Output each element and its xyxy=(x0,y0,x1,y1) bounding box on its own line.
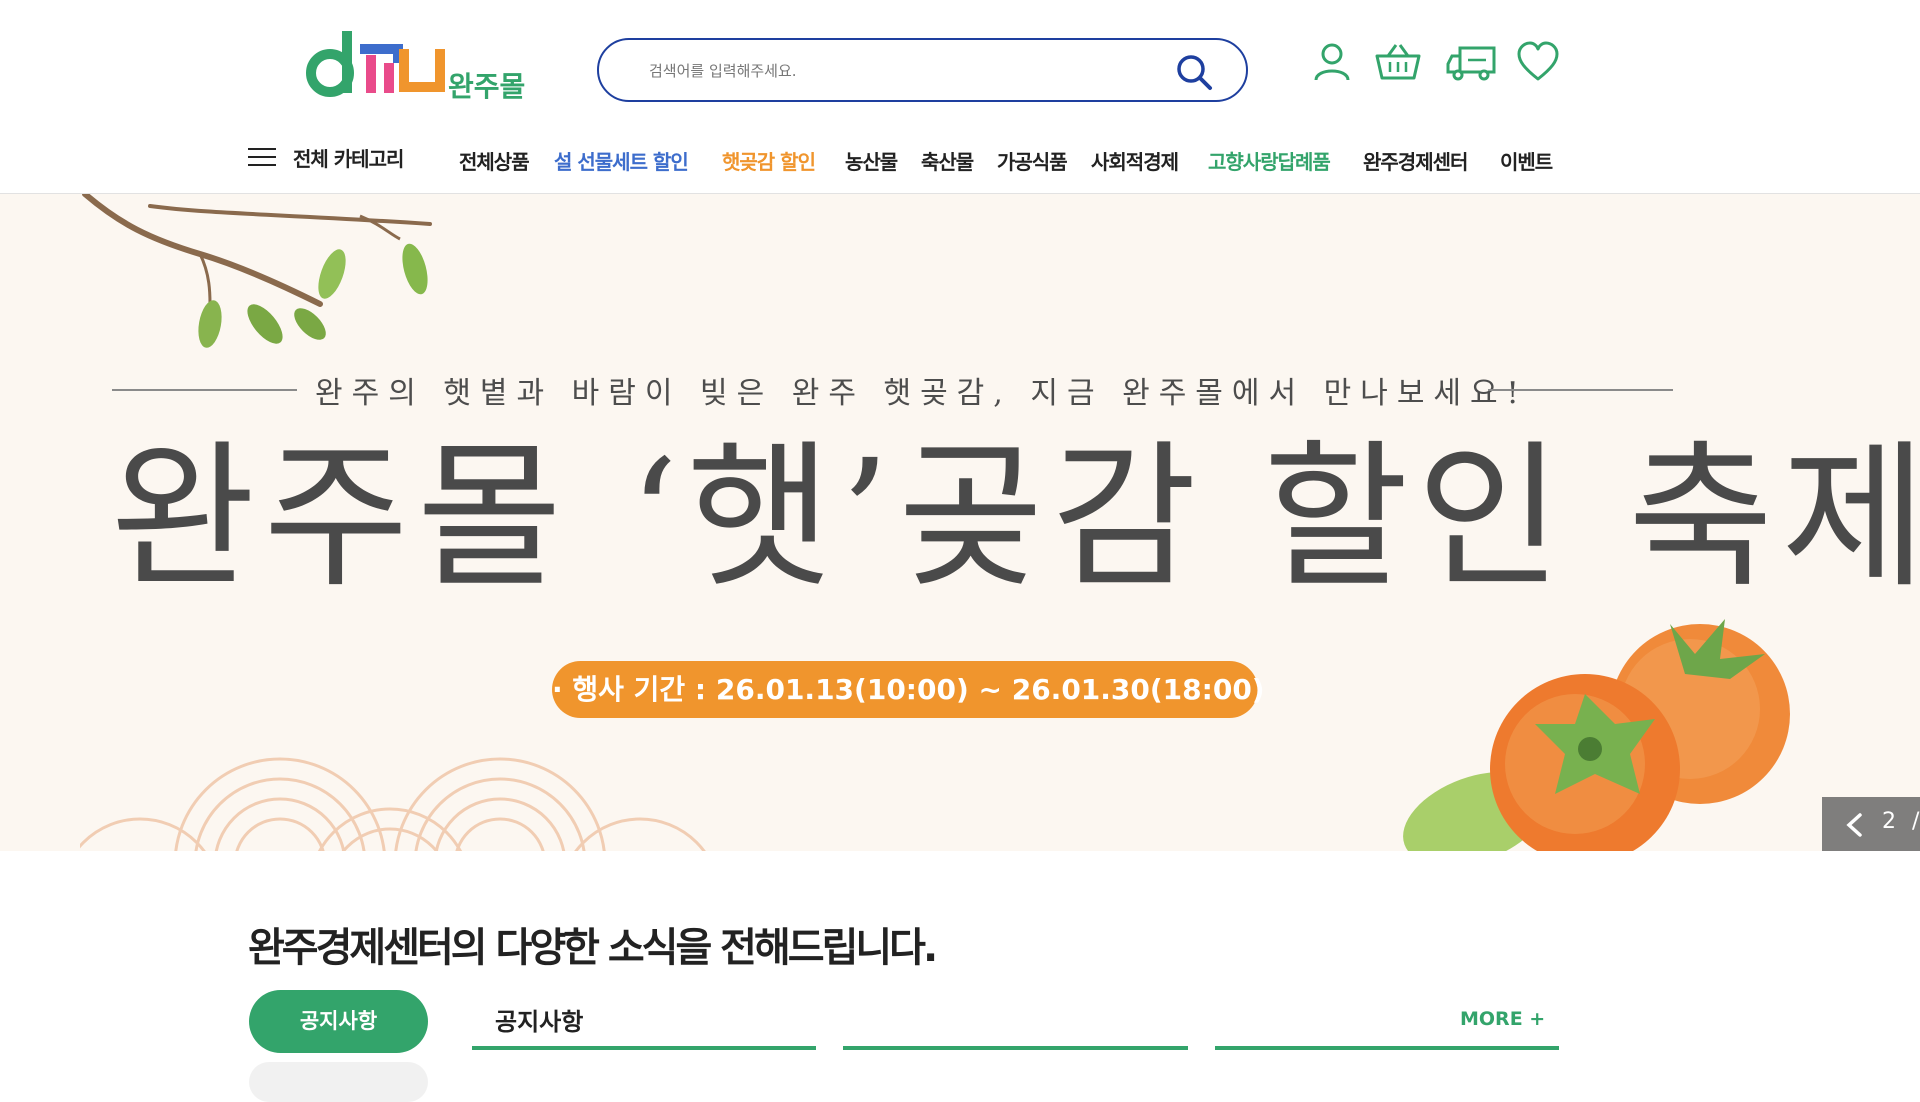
search-button[interactable] xyxy=(1174,52,1214,92)
wishlist-button[interactable] xyxy=(1516,40,1560,84)
subtitle-right-rule xyxy=(1488,389,1673,391)
more-link[interactable]: MORE + xyxy=(1460,1008,1545,1030)
tab-notices[interactable]: 공지사항 xyxy=(249,990,428,1053)
search-input[interactable] xyxy=(647,54,1171,88)
hamburger-menu-icon xyxy=(248,147,276,168)
wave-pattern-decoration xyxy=(80,757,706,851)
prev-slide-button[interactable] xyxy=(1842,811,1866,839)
banner-headline: 완주몰 ‘햇’곶감 할인 축제 xyxy=(110,426,1920,610)
nav-all-products[interactable]: 전체상품 xyxy=(459,146,530,175)
notice-column-underline-3 xyxy=(1215,1046,1559,1050)
slide-pager: 2 / xyxy=(1822,797,1920,851)
nav-processed-food[interactable]: 가공식품 xyxy=(997,146,1068,175)
site-logo[interactable]: 완주몰 xyxy=(300,25,530,105)
cart-button[interactable] xyxy=(1374,40,1421,84)
basket-icon xyxy=(1375,44,1421,80)
chevron-left-icon xyxy=(1846,813,1862,837)
tab-secondary[interactable] xyxy=(249,1062,428,1102)
all-categories-label: 전체 카테고리 xyxy=(293,147,404,171)
nav-events[interactable]: 이벤트 xyxy=(1500,146,1553,175)
subtitle-left-rule xyxy=(112,389,297,391)
my-page-button[interactable] xyxy=(1310,40,1354,84)
nav-livestock[interactable]: 축산물 xyxy=(921,146,974,175)
logo-text: 완주몰 xyxy=(448,70,526,103)
persimmon-illustration xyxy=(1403,619,1790,851)
event-period-badge: · 행사 기간 : 26.01.13(10:00) ~ 26.01.30(18:… xyxy=(552,661,1265,718)
delivery-truck-icon xyxy=(1446,46,1496,81)
pager-separator: / xyxy=(1912,809,1920,834)
search-bar xyxy=(597,38,1248,102)
heart-icon xyxy=(1517,41,1559,81)
search-icon xyxy=(1177,55,1212,90)
all-categories-button[interactable]: 전체 카테고리 xyxy=(248,143,404,172)
site-header: 완주몰 검색어를 입력해주세요. 전체 카테고리 전체상품 설 선물세트 할인 … xyxy=(0,0,1920,194)
nav-dried-persimmon-sale[interactable]: 햇곶감 할인 xyxy=(722,146,816,175)
notice-column-underline-2 xyxy=(843,1046,1188,1050)
nav-agricultural[interactable]: 농산물 xyxy=(845,146,898,175)
branch-illustration xyxy=(82,194,432,348)
banner-subtitle: 완주의 햇볕과 바람이 빚은 완주 햇곶감, 지금 완주몰에서 만나보세요! xyxy=(315,376,1528,411)
delivery-button[interactable] xyxy=(1446,40,1498,84)
notice-column-underline-1 xyxy=(472,1046,816,1050)
news-section-title: 완주경제센터의 다양한 소식을 전해드립니다. xyxy=(248,925,938,971)
current-slide-number: 2 xyxy=(1882,809,1896,834)
nav-hometown-gifts[interactable]: 고향사랑답례품 xyxy=(1208,146,1331,175)
notice-section-heading: 공지사항 xyxy=(495,1008,584,1036)
hero-banner[interactable]: 완주의 햇볕과 바람이 빚은 완주 햇곶감, 지금 완주몰에서 만나보세요! 완… xyxy=(0,194,1920,851)
nav-economy-center[interactable]: 완주경제센터 xyxy=(1363,146,1468,175)
user-icon xyxy=(1314,43,1350,81)
logo-mark-icon xyxy=(306,31,445,97)
nav-lunar-gift-sale[interactable]: 설 선물세트 할인 xyxy=(554,146,689,175)
nav-social-economy[interactable]: 사회적경제 xyxy=(1091,146,1179,175)
